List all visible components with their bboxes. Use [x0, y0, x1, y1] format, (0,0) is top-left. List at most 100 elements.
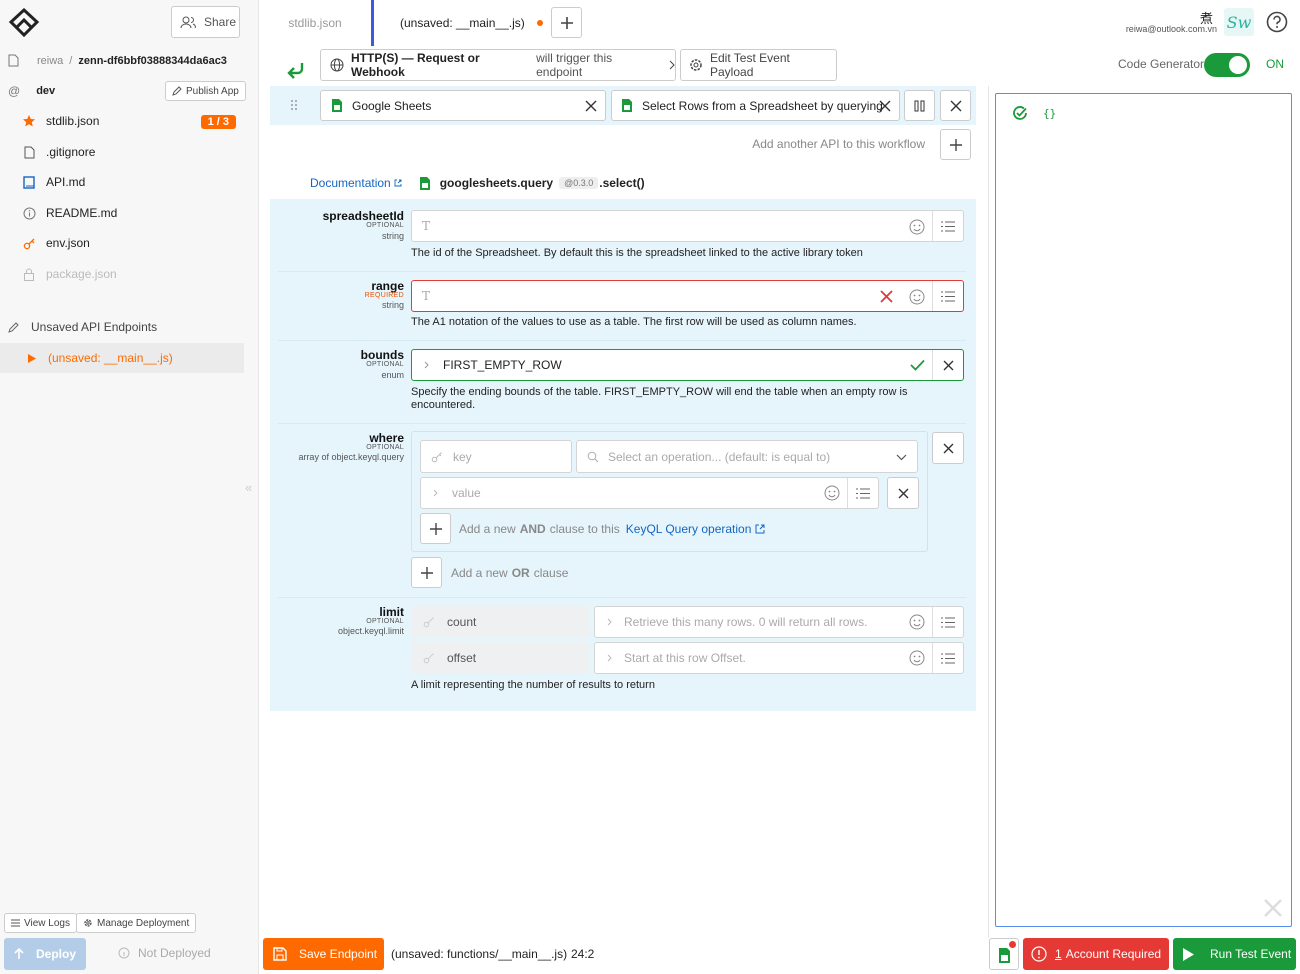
drag-handle-icon[interactable] — [290, 99, 298, 111]
users-icon — [180, 16, 196, 29]
param-description: A limit representing the number of resul… — [411, 679, 655, 691]
clear-icon[interactable] — [932, 350, 963, 380]
edit-test-event-button[interactable]: Edit Test Event Payload — [680, 49, 837, 81]
param-required: OPTIONAL — [366, 618, 404, 625]
add-and-clause-button[interactable] — [420, 513, 451, 544]
google-sheets-icon — [419, 176, 430, 190]
api-label: Google Sheets — [352, 98, 432, 113]
spreadsheet-id-input[interactable]: T — [411, 210, 964, 242]
emoji-icon[interactable] — [824, 485, 840, 501]
range-input[interactable]: T — [411, 280, 964, 312]
help-icon[interactable] — [1266, 11, 1288, 33]
where-value-input[interactable]: value — [420, 477, 879, 509]
tab-label: (unsaved: __main__.js) — [400, 16, 525, 30]
list-icon[interactable] — [932, 281, 963, 311]
arrow-up-icon — [14, 948, 24, 960]
breadcrumb-project[interactable]: zenn-df6bbf03888344da6ac3 — [78, 55, 227, 67]
gear-icon — [689, 58, 703, 72]
emoji-icon[interactable] — [909, 219, 925, 235]
code-generator-toggle[interactable] — [1204, 53, 1250, 77]
add-or-clause-button[interactable] — [411, 557, 442, 588]
sidebar-item-gitignore[interactable]: .gitignore — [0, 137, 244, 167]
app-logo-icon[interactable] — [8, 8, 40, 38]
limit-count-input[interactable]: Retrieve this many rows. 0 will return a… — [594, 606, 964, 638]
deploy-button[interactable]: Deploy — [4, 938, 86, 970]
run-test-event-button[interactable]: Run Test Event — [1173, 938, 1296, 970]
close-icon[interactable] — [879, 100, 891, 112]
param-type: enum — [381, 370, 404, 380]
param-description: Specify the ending bounds of the table. … — [411, 386, 908, 411]
google-sheets-icon — [999, 948, 1010, 963]
sidebar-item-package-json[interactable]: package.json — [0, 259, 244, 289]
sidebar-item-api-md[interactable]: API.md — [0, 167, 244, 197]
where-key-input[interactable]: key — [420, 440, 572, 473]
publish-app-button[interactable]: Publish App — [165, 81, 246, 101]
sidebar-item-label: .gitignore — [46, 145, 96, 159]
tab-unsaved-main[interactable]: (unsaved: __main__.js) — [374, 0, 546, 46]
close-icon — [898, 488, 908, 498]
where-operation-select[interactable]: Select an operation... (default: is equa… — [576, 440, 918, 473]
param-divider — [278, 423, 966, 424]
sidebar-item-label: stdlib.json — [46, 114, 100, 128]
bounds-select[interactable]: FIRST_EMPTY_ROW — [411, 349, 964, 381]
sidebar-item-unsaved-endpoint[interactable]: (unsaved: __main__.js) — [0, 343, 244, 373]
key-icon — [423, 616, 435, 628]
method-suffix: .select() — [599, 176, 645, 190]
view-logs-button[interactable]: View Logs — [4, 913, 77, 933]
method-selector[interactable]: Select Rows from a Spreadsheet by queryi… — [611, 90, 900, 121]
close-icon[interactable] — [1263, 898, 1283, 918]
env-label[interactable]: dev — [36, 85, 55, 97]
collapse-sidebar-icon[interactable]: « — [245, 480, 252, 495]
new-tab-button[interactable] — [551, 7, 582, 38]
keyql-link[interactable]: KeyQL Query operation — [626, 522, 752, 536]
emoji-icon[interactable] — [909, 650, 925, 666]
emoji-icon[interactable] — [909, 289, 925, 305]
list-icon[interactable] — [932, 643, 963, 673]
account-required-button[interactable]: 1 Account Required — [1023, 938, 1169, 970]
toggle-knob — [1229, 56, 1247, 74]
remove-where-button[interactable] — [932, 432, 964, 464]
tab-stdlib-json[interactable]: stdlib.json — [259, 0, 371, 46]
limit-count-key: count — [411, 606, 590, 638]
alert-dot-icon — [1009, 941, 1016, 948]
external-link-icon — [755, 524, 765, 534]
documentation-link[interactable]: Documentation — [310, 176, 391, 190]
user-avatar[interactable]: Sw — [1224, 8, 1254, 36]
param-type: string — [381, 231, 404, 241]
limit-offset-input[interactable]: Start at this row Offset. — [594, 642, 964, 674]
offset-placeholder: Start at this row Offset. — [624, 651, 746, 665]
emoji-icon[interactable] — [909, 614, 925, 630]
sidebar-item-label: env.json — [46, 236, 90, 250]
linked-accounts-button[interactable] — [989, 938, 1019, 970]
check-icon — [910, 359, 925, 371]
code-preview-panel[interactable]: {} — [995, 93, 1292, 927]
star-icon — [22, 114, 36, 128]
section-label: Unsaved API Endpoints — [31, 320, 158, 334]
remove-clause-button[interactable] — [887, 477, 919, 509]
add-and-clause-label: Add a new AND clause to this KeyQL Query… — [459, 522, 765, 536]
columns-button[interactable] — [904, 90, 935, 121]
save-endpoint-button[interactable]: Save Endpoint — [263, 938, 384, 970]
list-icon[interactable] — [932, 607, 963, 637]
list-icon[interactable] — [847, 478, 878, 508]
list-icon[interactable] — [932, 211, 963, 241]
sidebar-item-readme-md[interactable]: README.md — [0, 198, 244, 228]
api-selector[interactable]: Google Sheets — [320, 90, 606, 121]
close-icon[interactable] — [585, 100, 597, 112]
manage-deployment-button[interactable]: Manage Deployment — [76, 913, 197, 933]
plus-icon — [560, 16, 573, 29]
check-circle-icon — [1012, 105, 1028, 121]
deploy-status-label: Not Deployed — [138, 946, 211, 960]
sidebar-item-env-json[interactable]: env.json — [0, 228, 244, 258]
breadcrumb-account[interactable]: reiwa — [37, 55, 63, 67]
remove-step-button[interactable] — [940, 90, 971, 121]
param-divider — [278, 597, 966, 598]
globe-icon — [330, 58, 344, 72]
sidebar-item-stdlib-json[interactable]: stdlib.json 1 / 3 — [0, 106, 244, 136]
trigger-selector[interactable]: HTTP(S) — Request or Webhook will trigge… — [320, 49, 676, 81]
or-prefix: Add a new — [451, 566, 508, 580]
book-icon — [22, 175, 36, 189]
user-email[interactable]: reiwa@outlook.com.vn — [1110, 24, 1217, 34]
add-api-button[interactable] — [940, 129, 971, 160]
share-button[interactable]: Share — [171, 6, 240, 38]
